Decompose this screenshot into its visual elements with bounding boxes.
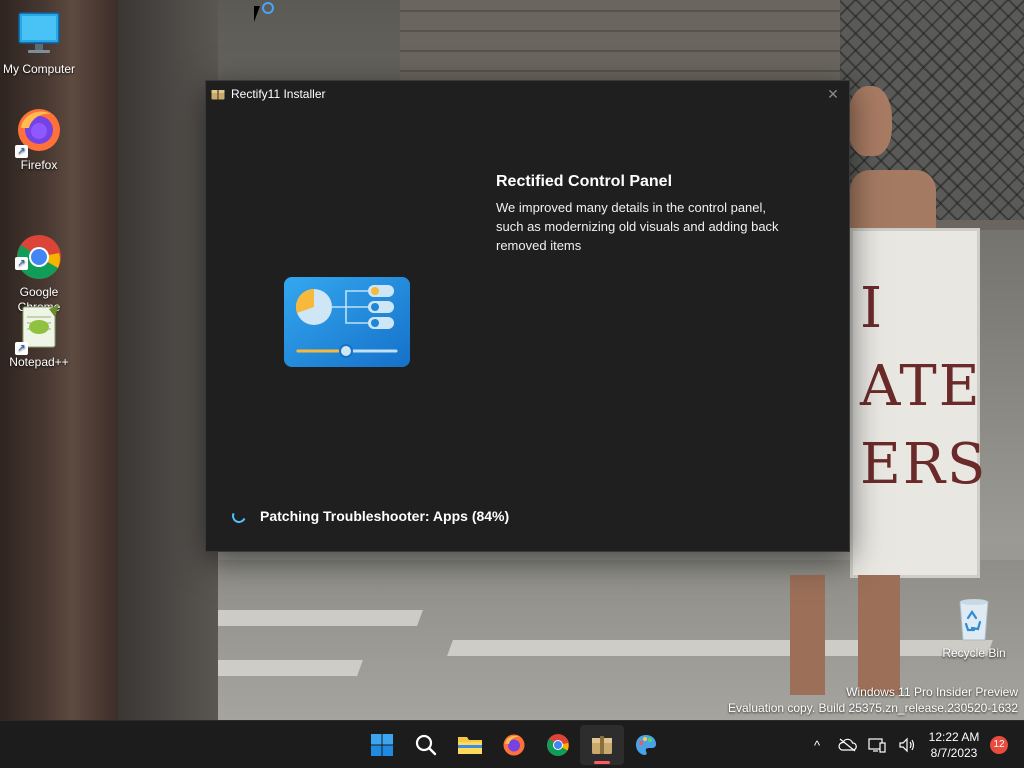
installer-button[interactable] (580, 725, 624, 765)
onedrive-button[interactable] (832, 730, 862, 760)
network-icon (868, 738, 886, 753)
wallpaper-shadow (118, 0, 218, 720)
windows-logo-icon (371, 734, 393, 756)
cloud-offline-icon (838, 738, 857, 752)
wallpaper-sign-text: I ATE ERS (860, 276, 988, 497)
search-button[interactable] (404, 725, 448, 765)
desktop-icon-label: My Computer (2, 62, 76, 76)
monitor-icon (15, 10, 63, 58)
firefox-icon: ↗ (15, 106, 63, 158)
system-tray: ^ 12:22 AM 8/7/2023 12 (802, 721, 1024, 768)
shortcut-arrow-icon: ↗ (15, 257, 28, 270)
evaluation-watermark: Windows 11 Pro Insider Preview Evaluatio… (728, 684, 1018, 716)
palette-icon (636, 735, 656, 755)
file-explorer-button[interactable] (448, 725, 492, 765)
wallpaper-person-legs (790, 575, 900, 695)
firefox-icon (503, 734, 525, 756)
clock-time: 12:22 AM (928, 730, 980, 744)
package-icon (592, 736, 612, 754)
feature-title: Rectified Control Panel (496, 173, 673, 190)
shortcut-arrow-icon: ↗ (15, 342, 28, 355)
watermark-line-edition: Windows 11 Pro Insider Preview (846, 685, 1018, 699)
desktop-icon-recycle-bin[interactable]: Recycle Bin (936, 598, 1012, 661)
folder-icon (458, 737, 482, 754)
install-status-text: Patching Troubleshooter: Apps (84%) (260, 508, 510, 524)
window-titlebar[interactable]: Rectify11 Installer (206, 81, 849, 107)
window-title: Rectify11 Installer (231, 87, 326, 101)
close-icon: ✕ (827, 86, 839, 102)
installer-window: Rectify11 Installer ✕ Rectified Control … (205, 80, 850, 552)
notification-count-badge[interactable]: 12 (990, 736, 1008, 754)
speaker-icon (899, 737, 915, 753)
desktop-icon-label: Notepad++ (9, 355, 69, 369)
show-hidden-icons-button[interactable]: ^ (802, 730, 832, 760)
search-icon (415, 734, 437, 756)
desktop-icon-firefox[interactable]: ↗ Firefox (1, 106, 77, 173)
chrome-icon (547, 734, 569, 756)
clock-date: 8/7/2023 (930, 746, 978, 760)
paint-button[interactable] (624, 725, 668, 765)
desktop-icon-my-computer[interactable]: My Computer (1, 10, 77, 77)
shortcut-arrow-icon: ↗ (15, 145, 28, 158)
package-icon (211, 90, 225, 100)
desktop-icon-notepadpp[interactable]: ↗ Notepad++ (1, 303, 77, 370)
wallpaper-crosswalk-stripe (447, 640, 993, 656)
chrome-icon: ↗ (15, 218, 63, 279)
notepadpp-icon: ↗ (15, 303, 63, 355)
chevron-up-icon: ^ (813, 737, 821, 753)
volume-button[interactable] (892, 730, 922, 760)
busy-indicator-icon (262, 2, 274, 14)
desktop-icon-label: Recycle Bin (942, 646, 1006, 660)
chrome-button[interactable] (536, 725, 580, 765)
feature-description: We improved many details in the control … (496, 200, 779, 253)
taskbar: ^ 12:22 AM 8/7/2023 12 (0, 720, 1024, 768)
watermark-line-build: Evaluation copy. Build 25375.zn_release.… (728, 701, 1018, 715)
wallpaper-person-head (848, 86, 892, 156)
network-button[interactable] (862, 730, 892, 760)
close-button[interactable]: ✕ (823, 84, 843, 104)
start-button[interactable] (360, 725, 404, 765)
desktop-icon-label: Firefox (20, 158, 58, 172)
control-panel-illustration (284, 277, 410, 367)
progress-spinner-icon (230, 507, 248, 525)
taskbar-clock[interactable]: 12:22 AM 8/7/2023 (922, 729, 986, 761)
firefox-button[interactable] (492, 725, 536, 765)
recycle-bin-icon (954, 598, 994, 642)
taskbar-apps (360, 721, 668, 768)
